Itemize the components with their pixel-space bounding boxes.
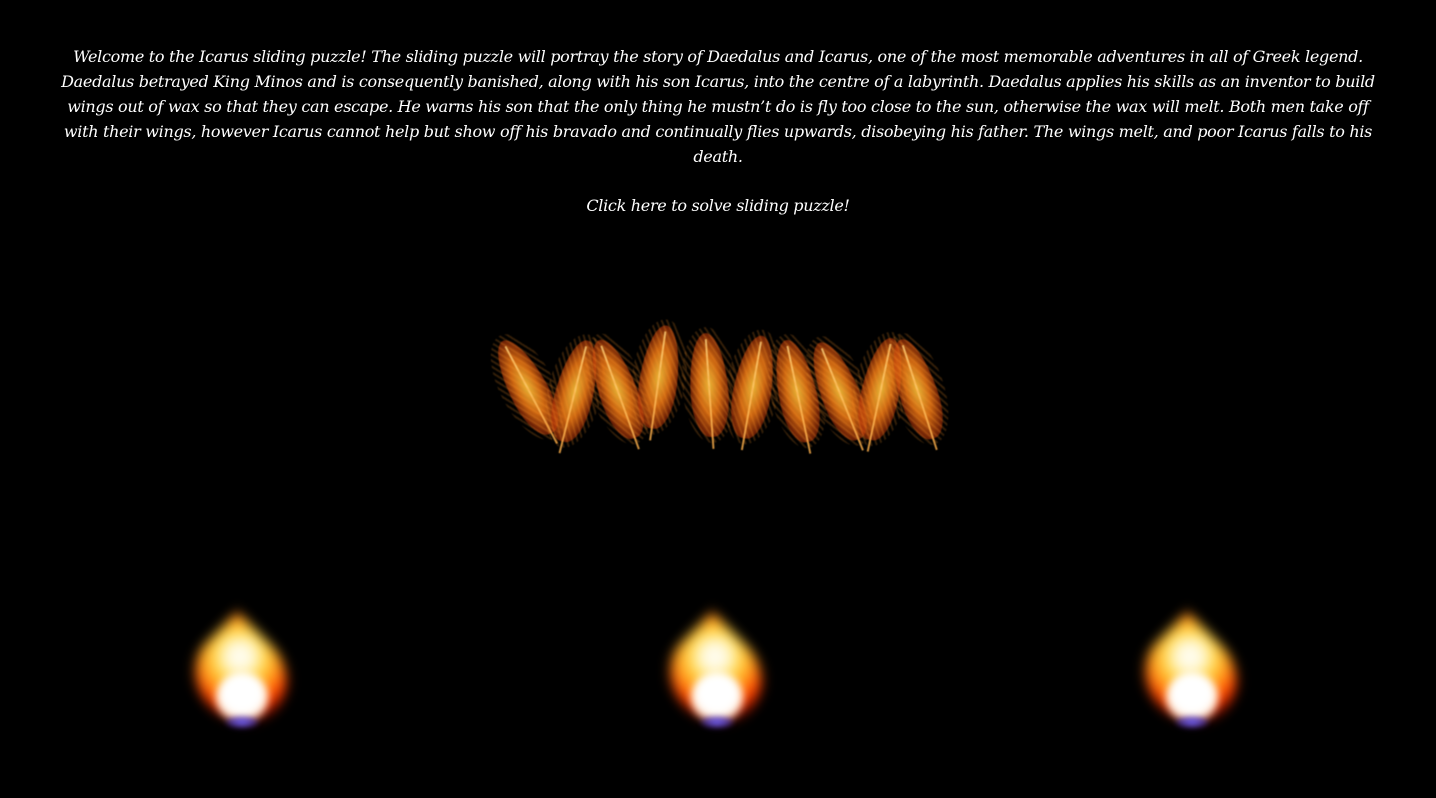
flame-icon <box>1126 611 1256 741</box>
flame-icon <box>651 611 781 741</box>
feathers-icon <box>485 315 960 447</box>
intro-text: Welcome to the Icarus sliding puzzle! Th… <box>61 47 1375 166</box>
feather-icon <box>632 322 686 432</box>
solve-puzzle-link[interactable]: Click here to solve sliding puzzle! <box>0 196 1436 215</box>
flame-icon <box>176 611 306 741</box>
